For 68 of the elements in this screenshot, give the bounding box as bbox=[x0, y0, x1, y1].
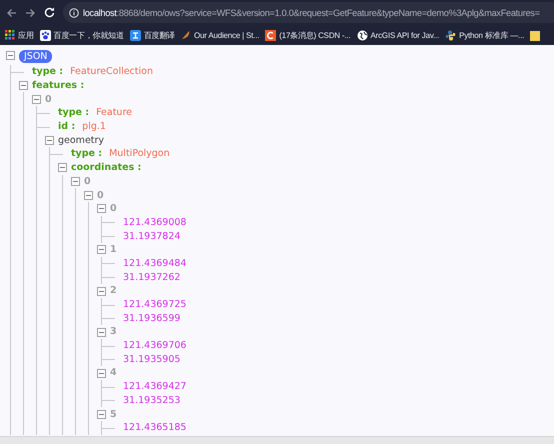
info-icon[interactable] bbox=[69, 8, 79, 18]
collapse-toggle-icon[interactable] bbox=[84, 190, 93, 200]
key-label: features : bbox=[32, 80, 84, 92]
csdn-logo-icon bbox=[265, 30, 276, 40]
collapse-toggle-icon[interactable] bbox=[32, 94, 41, 104]
string-value: Feature bbox=[96, 107, 132, 118]
index-label: 1 bbox=[110, 244, 117, 256]
globe-icon bbox=[356, 30, 368, 40]
index-label: 3 bbox=[110, 326, 117, 338]
key-label: geometry bbox=[58, 134, 104, 146]
index-label: 4 bbox=[110, 367, 117, 378]
number-value: 121.4365185 bbox=[123, 422, 186, 434]
key-label: type : bbox=[58, 107, 90, 118]
address-bar[interactable]: localhost:8868/demo/ows?service=WFS&version=1.0.0&request=GetFeature&typeName=demo%3Aplg&maxFeatures= bbox=[63, 2, 554, 23]
root-badge: JSON bbox=[19, 50, 52, 63]
number-value: 31.1935905 bbox=[123, 354, 180, 365]
index-label: 2 bbox=[110, 285, 117, 296]
feather-icon bbox=[181, 30, 192, 40]
index-label: 0 bbox=[97, 190, 104, 201]
number-value: 31.1937262 bbox=[123, 272, 180, 283]
collapse-toggle-icon[interactable] bbox=[45, 136, 54, 145]
key-label: type : bbox=[71, 148, 102, 160]
collapse-toggle-icon[interactable] bbox=[97, 368, 106, 378]
python-logo-icon bbox=[445, 30, 456, 40]
number-value: 121.4369484 bbox=[123, 258, 186, 269]
forward-arrow-icon[interactable] bbox=[25, 8, 36, 18]
collapse-toggle-icon[interactable] bbox=[97, 245, 106, 254]
index-label: 0 bbox=[45, 94, 52, 105]
collapse-toggle-icon[interactable] bbox=[97, 286, 106, 296]
reload-icon[interactable] bbox=[44, 7, 55, 18]
string-value: FeatureCollection bbox=[70, 66, 153, 78]
string-value: MultiPolygon bbox=[109, 148, 170, 160]
back-arrow-icon[interactable] bbox=[6, 8, 17, 18]
bookmark[interactable]: Python 标准库 —... bbox=[445, 30, 524, 40]
index-label: 0 bbox=[84, 176, 91, 187]
key-label: coordinates : bbox=[71, 162, 142, 174]
bookmark[interactable]: 百度翻译 bbox=[130, 30, 176, 40]
number-value: 31.1937824 bbox=[123, 230, 180, 242]
collapse-toggle-icon[interactable] bbox=[71, 177, 80, 186]
collapse-toggle-icon[interactable] bbox=[58, 163, 67, 172]
translate-icon bbox=[130, 30, 141, 40]
horizontal-scrollbar[interactable] bbox=[0, 436, 554, 444]
key-label: id : bbox=[58, 121, 76, 132]
number-value: 31.1936599 bbox=[123, 312, 180, 324]
number-value: 31.1935253 bbox=[123, 394, 180, 406]
key-label: type : bbox=[32, 66, 64, 78]
number-value: 121.4369706 bbox=[123, 340, 186, 352]
bookmark[interactable]: Our Audience | St... bbox=[181, 30, 260, 40]
bookmark[interactable]: 百度一下，你就知道 bbox=[40, 30, 124, 40]
bookmark[interactable]: 应用 bbox=[5, 30, 34, 40]
collapse-toggle-icon[interactable] bbox=[97, 328, 106, 337]
number-value: 121.4369725 bbox=[123, 299, 186, 310]
collapse-toggle-icon[interactable] bbox=[6, 50, 15, 60]
index-label: 0 bbox=[110, 203, 117, 214]
paw-icon bbox=[40, 30, 51, 40]
string-value: plg.1 bbox=[82, 121, 106, 132]
collapse-toggle-icon[interactable] bbox=[97, 204, 106, 214]
number-value: 121.4369427 bbox=[123, 381, 186, 392]
bookmark[interactable]: (17条消息) CSDN -... bbox=[265, 30, 351, 40]
folder-icon bbox=[530, 30, 540, 40]
number-value: 121.4369008 bbox=[123, 216, 186, 228]
collapse-toggle-icon[interactable] bbox=[19, 81, 28, 90]
bookmark[interactable]: ArcGIS API for Jav... bbox=[356, 30, 440, 40]
url-text: localhost:8868/demo/ows?service=WFS&version=1.0.0&request=GetFeature&typeName=demo%3Aplg&maxFeatures= bbox=[83, 8, 540, 18]
bookmark-folder[interactable] bbox=[530, 30, 540, 40]
apps-grid-icon bbox=[5, 30, 15, 40]
collapse-toggle-icon[interactable] bbox=[97, 410, 106, 419]
index-label: 5 bbox=[110, 408, 117, 420]
